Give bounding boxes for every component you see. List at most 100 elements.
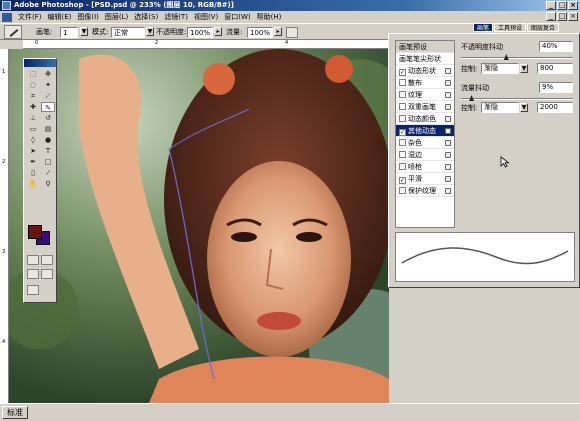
doc-restore-button[interactable]: □ xyxy=(557,12,567,21)
doc-minimize-button[interactable]: _ xyxy=(546,12,556,21)
gradient-tool-icon[interactable]: ▤ xyxy=(41,124,55,134)
tab-tool-presets[interactable]: 工具预设 xyxy=(494,23,527,32)
menu-view[interactable]: 视图(V) xyxy=(191,12,221,22)
option-checkbox[interactable]: ✓ xyxy=(399,177,406,184)
option-checkbox[interactable] xyxy=(399,115,406,122)
notes-tool-icon[interactable]: ▯ xyxy=(26,168,40,178)
lock-icon[interactable] xyxy=(445,68,451,74)
healing-brush-tool-icon[interactable]: ✚ xyxy=(26,102,40,112)
ruler-vertical[interactable]: 1 2 3 4 xyxy=(0,49,9,403)
hand-tool-icon[interactable]: ✋ xyxy=(26,179,40,189)
flow-slider-toggle[interactable]: ▸ xyxy=(274,27,282,38)
opacity-control-dropdown[interactable]: ▼ xyxy=(520,64,528,73)
flow-input[interactable]: 100% xyxy=(247,27,273,38)
tab-brushes[interactable]: 画笔 xyxy=(473,23,494,32)
minimize-button[interactable]: _ xyxy=(546,1,556,10)
foreground-color-swatch[interactable] xyxy=(28,225,42,239)
document-canvas[interactable] xyxy=(9,49,389,403)
brush-option-item[interactable]: 杂色 xyxy=(396,137,454,149)
brush-option-item[interactable]: 动态颜色 xyxy=(396,113,454,125)
history-brush-tool-icon[interactable]: ↺ xyxy=(41,113,55,123)
option-checkbox[interactable] xyxy=(399,91,406,98)
mode-dropdown-arrow[interactable]: ▼ xyxy=(146,27,154,38)
eyedropper-tool-icon[interactable]: ⁄ xyxy=(41,168,55,178)
flow-jitter-slider[interactable] xyxy=(461,98,573,100)
opacity-control-select[interactable]: 渐隐 xyxy=(481,63,519,74)
menu-file[interactable]: 文件(F) xyxy=(15,12,45,22)
brush-presets-item[interactable]: 画笔预设 xyxy=(396,41,454,53)
eraser-tool-icon[interactable]: ▭ xyxy=(26,124,40,134)
shape-tool-icon[interactable]: □ xyxy=(41,157,55,167)
pen-tool-icon[interactable]: ✒ xyxy=(26,157,40,167)
menu-filter[interactable]: 滤镜(T) xyxy=(161,12,191,22)
flow-fade-steps-input[interactable]: 2000 xyxy=(537,102,573,113)
option-checkbox[interactable] xyxy=(399,163,406,170)
option-checkbox[interactable] xyxy=(399,151,406,158)
clone-stamp-tool-icon[interactable]: ⊥ xyxy=(26,113,40,123)
lock-icon[interactable] xyxy=(445,128,451,134)
menu-edit[interactable]: 编辑(E) xyxy=(45,12,75,22)
move-tool-icon[interactable]: ✥ xyxy=(41,69,55,79)
option-checkbox[interactable]: ✓ xyxy=(399,129,406,136)
option-checkbox[interactable] xyxy=(399,79,406,86)
crop-tool-icon[interactable]: ⌗ xyxy=(26,91,40,101)
flow-control-select[interactable]: 渐隐 xyxy=(481,102,519,113)
brush-dropdown-arrow[interactable]: ▼ xyxy=(80,27,88,38)
lock-icon[interactable] xyxy=(445,164,451,170)
option-checkbox[interactable]: ✓ xyxy=(399,69,406,76)
brush-option-item[interactable]: 湿边 xyxy=(396,149,454,161)
lasso-tool-icon[interactable]: ◌ xyxy=(26,80,40,90)
tab-layer-comps[interactable]: 图层复合 xyxy=(527,23,560,32)
opacity-input[interactable]: 100% xyxy=(187,27,213,38)
screen-mode-full-button[interactable] xyxy=(41,269,53,279)
zoom-tool-icon[interactable]: ⚲ xyxy=(41,179,55,189)
tool-preset-picker[interactable] xyxy=(4,25,22,39)
lock-icon[interactable] xyxy=(445,104,451,110)
standard-mode-button[interactable] xyxy=(27,255,39,265)
opacity-jitter-slider[interactable] xyxy=(461,57,573,59)
magic-wand-tool-icon[interactable]: ✦ xyxy=(41,80,55,90)
menu-help[interactable]: 帮助(H) xyxy=(254,12,285,22)
opacity-slider-toggle[interactable]: ▸ xyxy=(214,27,222,38)
path-selection-tool-icon[interactable]: ➤ xyxy=(26,146,40,156)
option-checkbox[interactable] xyxy=(399,103,406,110)
flow-jitter-input[interactable]: 9% xyxy=(539,82,573,93)
ruler-horizontal[interactable]: 0 2 4 xyxy=(23,40,388,49)
option-checkbox[interactable] xyxy=(399,139,406,146)
lock-icon[interactable] xyxy=(445,116,451,122)
lock-icon[interactable] xyxy=(445,140,451,146)
menu-image[interactable]: 图像(I) xyxy=(74,12,102,22)
doc-close-button[interactable]: × xyxy=(568,12,578,21)
menu-window[interactable]: 窗口(W) xyxy=(221,12,253,22)
lock-icon[interactable] xyxy=(445,188,451,194)
quick-mask-button[interactable] xyxy=(41,255,53,265)
brush-option-item[interactable]: 保护纹理 xyxy=(396,185,454,197)
close-button[interactable]: × xyxy=(568,1,578,10)
brush-option-item[interactable]: 喷枪 xyxy=(396,161,454,173)
brush-tool-icon[interactable]: ✎ xyxy=(41,102,55,112)
slice-tool-icon[interactable]: ⟋ xyxy=(41,91,55,101)
opacity-fade-steps-input[interactable]: 800 xyxy=(537,63,573,74)
mode-select[interactable]: 正常 xyxy=(111,27,145,38)
brush-option-item[interactable]: ✓ 平滑 xyxy=(396,173,454,185)
brush-option-item[interactable]: ✓ 其他动态 xyxy=(396,125,454,137)
lock-icon[interactable] xyxy=(445,176,451,182)
lock-icon[interactable] xyxy=(445,92,451,98)
brush-option-item[interactable]: 散布 xyxy=(396,77,454,89)
brush-option-item[interactable]: 双重画笔 xyxy=(396,101,454,113)
brush-tip-shape-item[interactable]: 画笔笔尖形状 xyxy=(396,53,454,65)
airbrush-button[interactable] xyxy=(286,27,298,38)
brush-option-item[interactable]: ✓ 动态形状 xyxy=(396,65,454,77)
opacity-jitter-input[interactable]: 40% xyxy=(539,41,573,52)
toolbox-title-bar[interactable] xyxy=(24,59,56,67)
screen-mode-standard-button[interactable] xyxy=(27,269,39,279)
lock-icon[interactable] xyxy=(445,80,451,86)
marquee-tool-icon[interactable]: ⬚ xyxy=(26,69,40,79)
taskbar-button[interactable]: 标准 xyxy=(2,406,28,419)
flow-control-dropdown[interactable]: ▼ xyxy=(520,103,528,112)
menu-select[interactable]: 选择(S) xyxy=(131,12,161,22)
lock-icon[interactable] xyxy=(445,152,451,158)
brush-option-item[interactable]: 纹理 xyxy=(396,89,454,101)
menu-layer[interactable]: 图层(L) xyxy=(102,12,131,22)
blur-tool-icon[interactable]: ◊ xyxy=(26,135,40,145)
